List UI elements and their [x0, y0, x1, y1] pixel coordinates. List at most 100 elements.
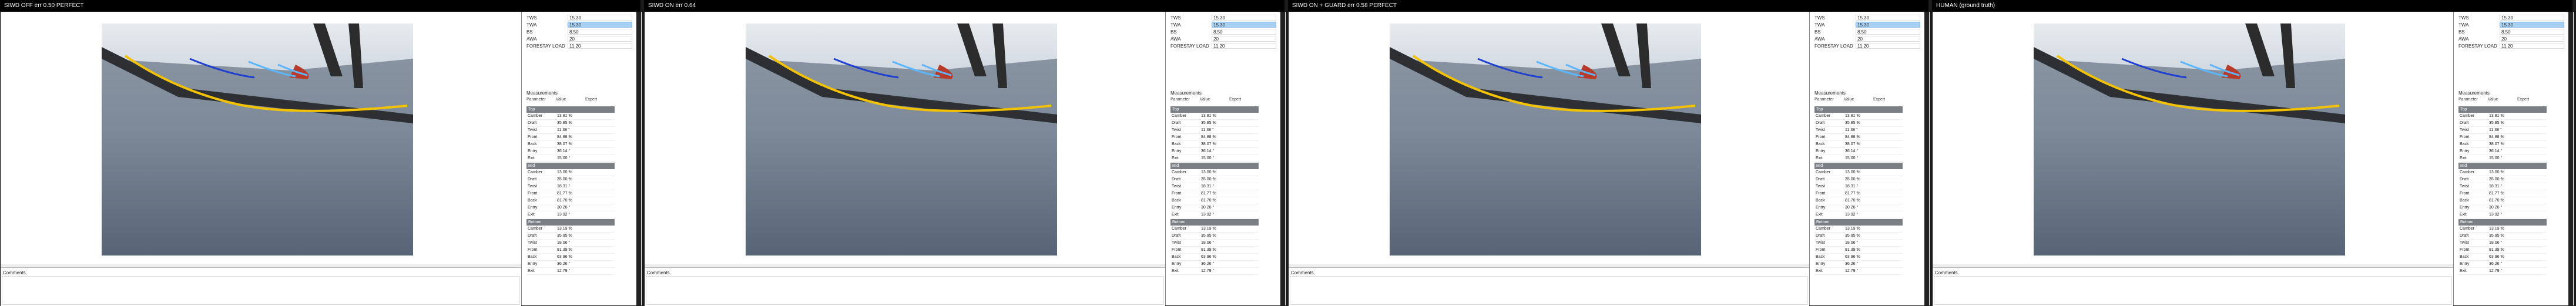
form-label: TWA — [526, 22, 537, 28]
form-value[interactable]: 15.30 — [1856, 15, 1920, 21]
measurement-row: Entry 36.14 ° — [526, 148, 615, 155]
measurement-cell — [585, 134, 615, 140]
measurement-cell — [585, 127, 615, 133]
form-value[interactable]: 8.50 — [2500, 29, 2564, 35]
measurement-cell — [585, 176, 615, 183]
measurement-cell: Draft — [528, 177, 537, 181]
form-value[interactable]: 15.30 — [568, 15, 632, 21]
form-value[interactable]: 15.30 — [1212, 22, 1276, 28]
form-value[interactable]: 8.50 — [568, 29, 632, 35]
form-value[interactable]: 8.50 — [1212, 29, 1276, 35]
measurements-section[interactable]: Bottom — [526, 219, 615, 226]
sail-photo[interactable] — [2034, 23, 2345, 255]
form-value[interactable]: 15.30 — [2500, 22, 2564, 28]
comment-input[interactable] — [1290, 276, 1808, 305]
measurement-cell: Draft — [1172, 177, 1181, 181]
measurements-section[interactable]: Top — [1170, 106, 1259, 113]
measurement-cell: 36.14 ° — [1845, 149, 1859, 153]
comment-input[interactable] — [2, 276, 520, 305]
right-panel: TWS 15.30 TWA 15.30 BS 8.50 AWA 20 FORESTAY LOAD… — [1809, 12, 1930, 305]
measurement-cell: Back — [2460, 255, 2469, 259]
form-value[interactable]: 11.20 — [1212, 43, 1276, 49]
form-value[interactable]: 11.20 — [568, 43, 632, 49]
comment-input[interactable] — [646, 276, 1164, 305]
form-label: TWA — [2458, 22, 2469, 28]
sail-photo[interactable] — [1390, 23, 1701, 255]
measurement-cell: Twist — [2460, 128, 2469, 132]
measurement-cell — [2517, 268, 2547, 274]
form-value[interactable]: 11.20 — [2500, 43, 2564, 49]
measurements-section[interactable]: Bottom — [1170, 219, 1259, 226]
measurement-cell: Draft — [2460, 234, 2469, 238]
horizontal-scrollbar[interactable] — [1933, 264, 2453, 267]
measurement-cell: 15.00 ° — [1845, 156, 1859, 160]
measurement-cell: 13.00 % — [1845, 170, 1860, 174]
sail-photo-svg — [1390, 23, 1701, 255]
measurements-section[interactable]: Top — [2458, 106, 2547, 113]
measurement-row: Entry 36.14 ° — [1814, 148, 1903, 155]
vertical-scrollbar[interactable] — [2568, 12, 2573, 305]
measurements-section[interactable]: Mid — [2458, 163, 2547, 169]
measurement-cell: Front — [528, 248, 538, 252]
horizontal-scrollbar[interactable] — [645, 264, 1165, 267]
measurements-section[interactable]: Top — [526, 106, 615, 113]
form-value[interactable]: 15.30 — [1856, 22, 1920, 28]
form-value[interactable]: 8.50 — [1856, 29, 1920, 35]
measurement-row: Front 84.88 % — [1814, 134, 1903, 141]
horizontal-scrollbar[interactable] — [1, 264, 521, 267]
measurement-cell: 36.14 ° — [557, 149, 571, 153]
form-value[interactable]: 20 — [1856, 36, 1920, 42]
measurement-cell — [1873, 226, 1903, 232]
horizontal-scrollbar[interactable] — [1289, 264, 1809, 267]
measurement-cell: Twist — [1816, 184, 1825, 189]
measurement-cell — [1229, 120, 1259, 126]
form-value[interactable]: 15.30 — [2500, 15, 2564, 21]
form-row: AWA 20 — [1170, 35, 1282, 42]
measurement-cell — [2517, 169, 2547, 176]
form-label: AWA — [2458, 36, 2469, 42]
measurements-header: Parameter Value Expert — [1814, 97, 1903, 102]
measurement-cell: Back — [1816, 199, 1825, 203]
form-value[interactable]: 20 — [568, 36, 632, 42]
measurement-row: Draft 35.00 % — [1814, 176, 1903, 183]
measurement-row: Twist 11.38 ° — [1170, 127, 1259, 134]
measurement-cell: 13.19 % — [557, 227, 572, 231]
form-row: AWA 20 — [1814, 35, 1926, 42]
form-row: TWA 15.30 — [1170, 21, 1282, 28]
form-value[interactable]: 20 — [1212, 36, 1276, 42]
sail-photo[interactable] — [746, 23, 1057, 255]
measurement-row: Front 81.39 % — [1170, 247, 1259, 254]
sail-photo[interactable] — [102, 23, 413, 255]
form-value[interactable]: 11.20 — [1856, 43, 1920, 49]
measurements-section[interactable]: Mid — [526, 163, 615, 169]
measurement-cell: Exit — [528, 156, 535, 160]
form-row: TWS 15.30 — [526, 14, 638, 21]
measurement-cell — [1229, 176, 1259, 183]
form-value[interactable]: 15.30 — [1212, 15, 1276, 21]
vertical-scrollbar[interactable] — [636, 12, 641, 305]
vertical-scrollbar[interactable] — [1924, 12, 1929, 305]
measurement-row: Exit 13.92 ° — [1814, 211, 1903, 218]
measurement-cell: Camber — [2460, 114, 2474, 118]
measurements-section[interactable]: Mid — [1170, 163, 1259, 169]
measurements-section[interactable]: Bottom — [2458, 219, 2547, 226]
form-value[interactable]: 15.30 — [568, 22, 632, 28]
measurement-cell: 15.00 ° — [557, 156, 571, 160]
measurements-table: Top Camber 13.81 % Draft 35.85 % Twist 11.38 °… — [2458, 106, 2547, 275]
measurement-cell — [2517, 113, 2547, 119]
measurements-header: Parameter Value Expert — [526, 97, 615, 102]
measurement-row: Back 81.70 % — [526, 197, 615, 204]
measurement-cell: 18.31 ° — [1201, 184, 1215, 189]
measurement-cell: 84.88 % — [1201, 135, 1216, 139]
comment-input[interactable] — [1934, 276, 2452, 305]
measurements-section[interactable]: Bottom — [1814, 219, 1903, 226]
measurements-title: Measurements — [1170, 90, 1202, 96]
measurement-cell: 81.70 % — [2489, 199, 2504, 203]
vertical-scrollbar[interactable] — [1280, 12, 1285, 305]
measurements-section[interactable]: Top — [1814, 106, 1903, 113]
measurement-cell: 81.39 % — [1201, 248, 1216, 252]
measurements-section[interactable]: Mid — [1814, 163, 1903, 169]
measurement-cell: Camber — [528, 170, 542, 174]
form-value[interactable]: 20 — [2500, 36, 2564, 42]
measurement-cell — [2517, 120, 2547, 126]
